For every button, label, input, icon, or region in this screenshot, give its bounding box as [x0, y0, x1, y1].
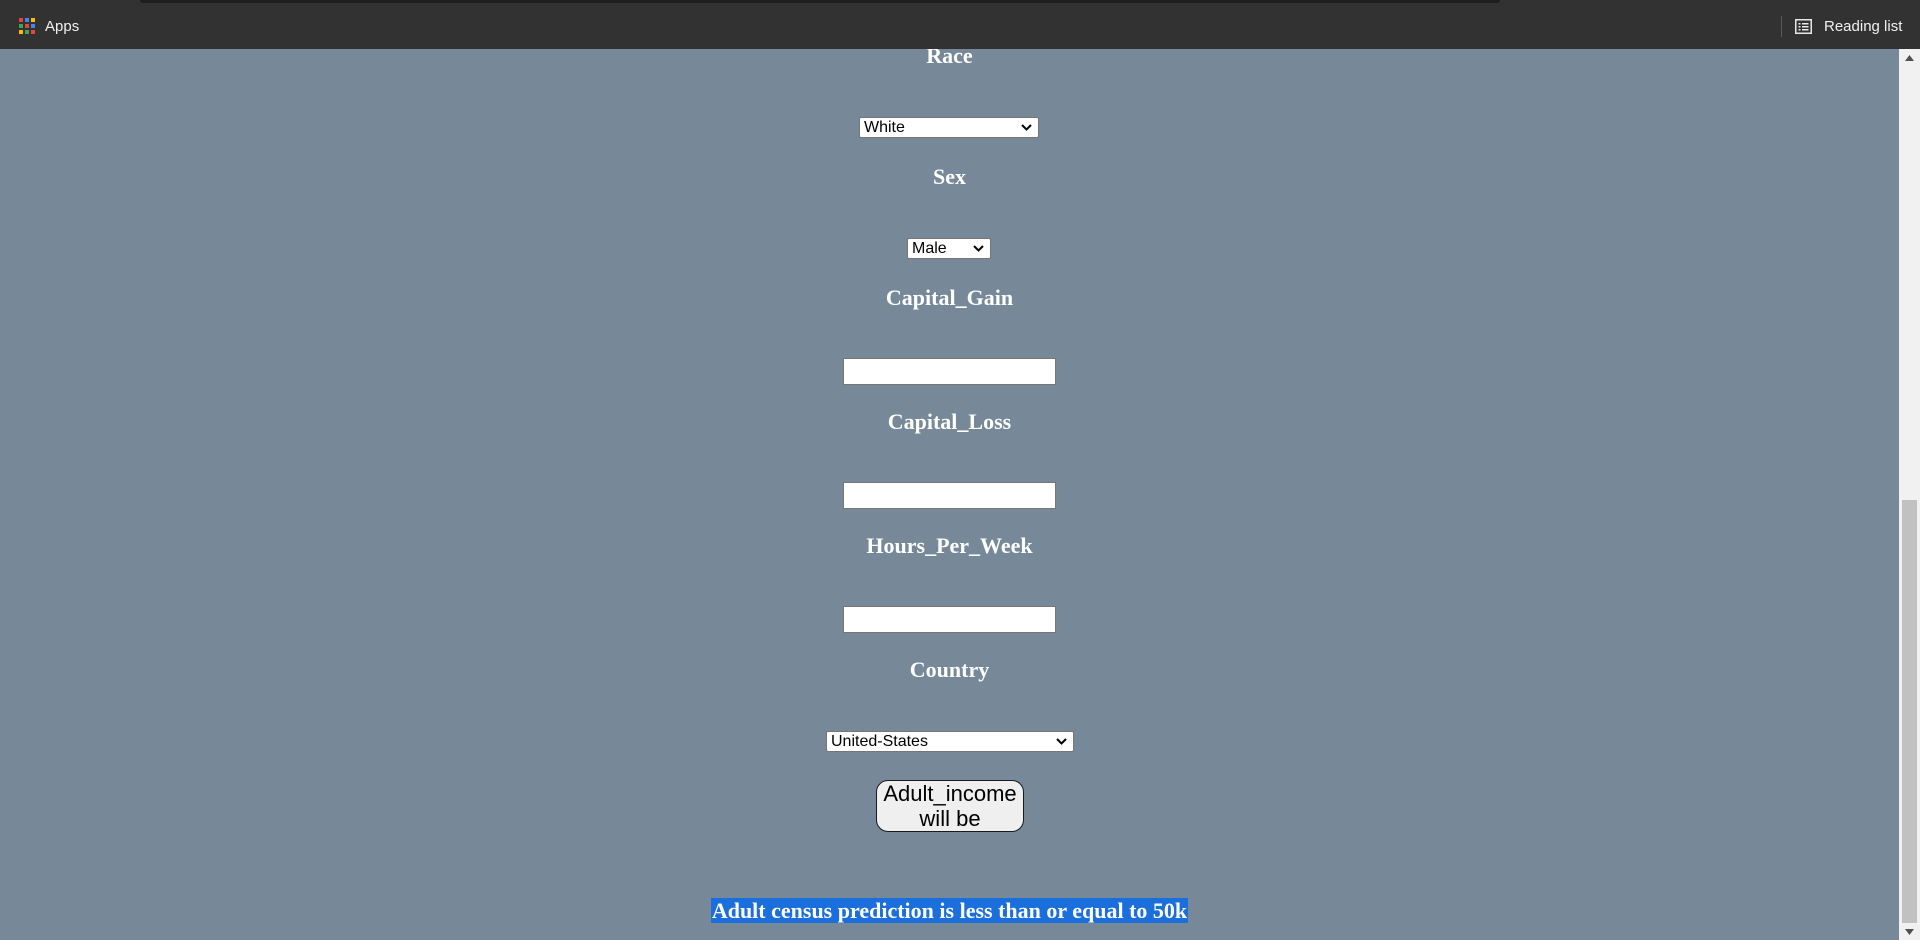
country-select-value: United-States [831, 732, 928, 750]
bookmarks-bar: Apps Reading list [0, 0, 1920, 49]
reading-list-label: Reading list [1824, 17, 1903, 35]
hours-per-week-input[interactable] [843, 606, 1056, 633]
sex-label: Sex [933, 164, 966, 189]
race-label: Race [926, 49, 973, 68]
vertical-scrollbar[interactable] [1899, 49, 1920, 940]
bookmarks-divider [1781, 16, 1782, 37]
prediction-result-text: Adult census prediction is less than or … [710, 898, 1189, 923]
apps-grid-icon [19, 18, 35, 34]
capital-gain-input[interactable] [843, 358, 1056, 385]
apps-label: Apps [45, 17, 80, 35]
country-select[interactable]: United-States [826, 731, 1074, 752]
scroll-down-arrow-icon[interactable] [1899, 923, 1920, 940]
scrollbar-thumb[interactable] [1902, 500, 1917, 923]
chevron-down-icon [1021, 124, 1032, 131]
prediction-result: Adult census prediction is less than or … [0, 898, 1899, 924]
sex-select[interactable]: Male [907, 238, 991, 259]
scroll-up-arrow-icon[interactable] [1899, 49, 1920, 66]
country-label: Country [909, 657, 990, 682]
predict-button-line1: Adult_income [883, 781, 1017, 806]
chevron-down-icon [1056, 738, 1067, 745]
predict-button-line2: will be [919, 806, 981, 831]
predict-button[interactable]: Adult_income will be [876, 780, 1024, 832]
hours-per-week-label: Hours_Per_Week [866, 533, 1033, 558]
capital-gain-label: Capital_Gain [885, 285, 1014, 310]
race-select[interactable]: White [859, 117, 1039, 138]
sex-select-value: Male [912, 239, 947, 257]
capital-loss-label: Capital_Loss [887, 409, 1012, 434]
apps-shortcut[interactable]: Apps [19, 15, 79, 37]
page-content: Race White Sex Male Capital_Gain Capital… [0, 49, 1899, 940]
race-select-value: White [864, 118, 905, 136]
chevron-down-icon [973, 245, 984, 252]
reading-list-icon [1795, 18, 1812, 34]
address-bar-edge [140, 0, 1500, 3]
capital-loss-input[interactable] [843, 482, 1056, 509]
reading-list-button[interactable]: Reading list [1795, 15, 1902, 37]
